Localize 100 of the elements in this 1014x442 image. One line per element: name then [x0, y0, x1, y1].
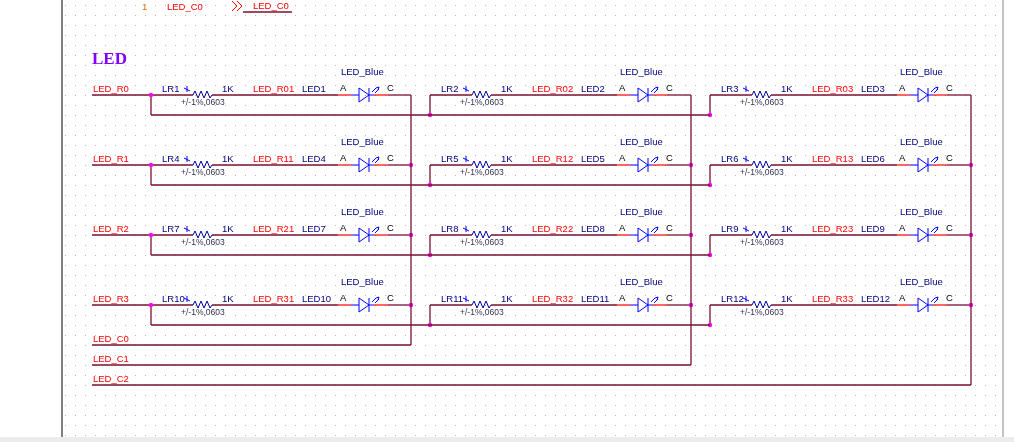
resistor-tolerance: +/-1%,0603: [740, 237, 784, 247]
resistor-symbol: [462, 225, 492, 239]
junction-dot: [427, 252, 433, 258]
pin-label: A: [340, 152, 347, 163]
port-symbol: [231, 0, 243, 12]
net-label: LED_R22: [532, 223, 574, 234]
pin-label: C: [946, 222, 953, 233]
net-label: LED_R21: [253, 223, 295, 234]
resistor-value: 1K: [222, 223, 234, 234]
resistor-designator: LR3: [721, 83, 739, 94]
net-label: LED_C0: [167, 1, 203, 12]
resistor-tolerance: +/-1%,0603: [740, 307, 784, 317]
resistor-designator: LR12: [721, 293, 744, 304]
resistor-designator: LR5: [441, 153, 459, 164]
pin-label: C: [666, 292, 673, 303]
resistor-designator: LR4: [162, 153, 180, 164]
led-diode-symbol: [629, 226, 659, 243]
led-value: LED_Blue: [900, 276, 943, 287]
led-designator: LED5: [581, 153, 605, 164]
led-value: LED_Blue: [341, 66, 384, 77]
resistor-value: 1K: [501, 83, 513, 94]
junction-dot: [148, 302, 154, 308]
pin-label: C: [946, 152, 953, 163]
pin-label: A: [619, 292, 626, 303]
led-designator: LED4: [302, 153, 326, 164]
resistor-symbol: [183, 155, 213, 169]
pin-line: [616, 164, 631, 166]
pin-label: A: [340, 82, 347, 93]
led-value: LED_Blue: [620, 206, 663, 217]
resistor-value: 1K: [501, 153, 513, 164]
junction-dot: [707, 252, 713, 258]
resistor-tolerance: +/-1%,0603: [460, 97, 504, 107]
junction-dot: [427, 112, 433, 118]
resistor-tolerance: +/-1%,0603: [181, 97, 225, 107]
led-diode-symbol: [909, 86, 939, 103]
pin-line: [337, 94, 352, 96]
pin-label: A: [899, 222, 906, 233]
resistor-value: 1K: [501, 293, 513, 304]
resistor-symbol: [183, 85, 213, 99]
pin-line: [932, 304, 948, 306]
resistor-tolerance: +/-1%,0603: [181, 307, 225, 317]
junction-dot: [148, 162, 154, 168]
resistor-tolerance: +/-1%,0603: [740, 97, 784, 107]
resistor-designator: LR1: [162, 83, 180, 94]
led-value: LED_Blue: [620, 136, 663, 147]
led-diode-symbol: [909, 226, 939, 243]
led-designator: LED3: [861, 83, 885, 94]
net-label: LED_R0: [93, 83, 129, 94]
led-designator: LED10: [302, 293, 332, 304]
resistor-tolerance: +/-1%,0603: [460, 167, 504, 177]
pin-line: [337, 304, 352, 306]
led-value: LED_Blue: [620, 276, 663, 287]
net-label: LED_R13: [812, 153, 854, 164]
net-label: LED_R33: [812, 293, 854, 304]
junction-dot: [408, 232, 414, 238]
pin-label: A: [340, 292, 347, 303]
pin-line: [337, 164, 352, 166]
resistor-designator: LR11: [441, 293, 463, 304]
led-value: LED_Blue: [900, 136, 943, 147]
pin-label: C: [666, 222, 673, 233]
resistor-symbol: [462, 155, 492, 169]
pin-line: [652, 164, 668, 166]
pin-line: [652, 94, 668, 96]
pin-label: C: [387, 222, 394, 233]
pin-line: [896, 304, 911, 306]
pin-line: [932, 234, 948, 236]
pin-line: [652, 234, 668, 236]
junction-dot: [688, 162, 694, 168]
net-label: LED_R1: [93, 153, 129, 164]
resistor-value: 1K: [781, 293, 793, 304]
junction-dot: [408, 302, 414, 308]
pin-line: [373, 164, 389, 166]
net-label: LED_R23: [812, 223, 854, 234]
net-label: LED_R12: [532, 153, 574, 164]
led-diode-symbol: [350, 86, 380, 103]
pin-line: [932, 94, 948, 96]
led-diode-symbol: [350, 226, 380, 243]
resistor-symbol: [183, 295, 213, 309]
pin-line: [932, 164, 948, 166]
sheet-title: LED: [92, 49, 127, 68]
pin-label: A: [340, 222, 347, 233]
pin-line: [896, 94, 911, 96]
pin-label: C: [387, 152, 394, 163]
led-diode-symbol: [350, 296, 380, 313]
resistor-tolerance: +/-1%,0603: [181, 167, 225, 177]
pin-label: A: [899, 82, 906, 93]
pin-line: [373, 94, 389, 96]
pin-line: [616, 234, 631, 236]
net-label: LED_R2: [93, 223, 129, 234]
led-value: LED_Blue: [900, 66, 943, 77]
pin-label: C: [946, 82, 953, 93]
junction-dot: [707, 112, 713, 118]
net-label: LED_R02: [532, 83, 574, 94]
resistor-value: 1K: [781, 153, 793, 164]
led-designator: LED11: [581, 293, 610, 304]
pin-label: C: [666, 152, 673, 163]
pin-label: A: [899, 152, 906, 163]
led-designator: LED6: [861, 153, 885, 164]
net-label: LED_R03: [812, 83, 854, 94]
junction-dot: [707, 182, 713, 188]
